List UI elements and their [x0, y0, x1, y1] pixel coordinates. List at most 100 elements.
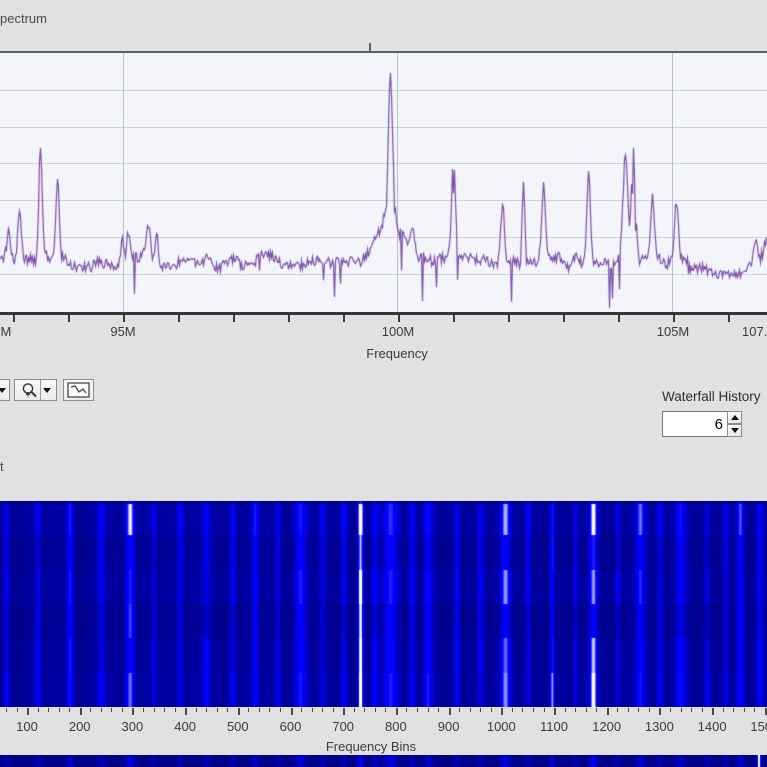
tick-mark — [258, 708, 260, 712]
waterfall-history-label: Waterfall History — [662, 389, 761, 404]
tick-mark — [680, 708, 682, 712]
tick-mark — [764, 708, 767, 715]
tick-mark — [532, 708, 534, 712]
tick-mark — [448, 708, 451, 715]
tick-mark — [288, 315, 290, 322]
tick-mark — [27, 708, 29, 715]
tick-mark — [16, 708, 18, 712]
tick-mark — [459, 708, 461, 712]
tick-mark — [5, 708, 7, 712]
tick-mark — [68, 315, 70, 322]
dropdown-arrow-icon[interactable] — [42, 387, 51, 393]
axis-tick-label: 600 — [279, 719, 302, 734]
tick-mark — [691, 708, 692, 712]
tick-mark — [123, 315, 125, 322]
tick-mark — [227, 708, 229, 712]
tick-mark — [511, 708, 513, 712]
tick-mark — [728, 315, 730, 322]
tick-mark — [69, 708, 71, 712]
axis-tick-label-partial: 93M — [0, 324, 12, 339]
tick-mark — [280, 708, 281, 712]
tick-mark — [79, 708, 82, 715]
tick-mark — [301, 708, 302, 712]
waterfall-history-increment-button[interactable] — [727, 411, 742, 424]
tick-mark — [343, 708, 346, 715]
tick-mark — [237, 708, 240, 715]
axis-tick-label: 1200 — [592, 719, 622, 734]
axis-tick-label: 200 — [68, 719, 91, 734]
tick-mark — [754, 708, 756, 712]
tick-mark — [606, 708, 609, 715]
axis-tick-label: 400 — [174, 719, 196, 734]
spectrum-x-tick-labels: 95M 100M 105M 93M 107.5M — [0, 324, 767, 340]
bottom-intensity-strip — [0, 755, 767, 767]
tick-mark — [13, 315, 15, 322]
tick-mark — [343, 315, 345, 322]
tick-mark — [563, 315, 565, 322]
tick-mark — [733, 708, 735, 712]
tick-mark — [575, 708, 577, 712]
tick-mark — [322, 708, 324, 712]
graph-tool-button-partial[interactable] — [0, 379, 10, 401]
spectrum-plot-area[interactable] — [0, 53, 767, 312]
tick-mark — [490, 708, 492, 712]
tick-mark — [659, 708, 662, 715]
tick-mark — [543, 708, 545, 712]
axis-tick-label: 1500 — [750, 719, 767, 734]
axis-tick-label: 900 — [437, 719, 460, 734]
tick-mark — [508, 315, 510, 322]
tick-mark — [353, 708, 355, 712]
axis-tick-label: 95M — [110, 324, 136, 339]
tick-mark — [142, 708, 144, 712]
waterfall-history-decrement-button[interactable] — [727, 424, 742, 437]
tick-mark — [248, 708, 250, 712]
tick-mark — [564, 708, 566, 712]
tick-mark — [501, 708, 504, 715]
autoscale-tool-button[interactable] — [63, 379, 94, 401]
tick-mark — [290, 708, 293, 715]
tick-mark — [58, 708, 60, 712]
tick-mark — [364, 708, 366, 712]
tick-mark — [554, 708, 556, 715]
tick-mark — [269, 708, 271, 712]
spectrum-x-ticks — [0, 315, 767, 323]
tick-mark — [100, 708, 102, 712]
app-window: pectrum 95M 100M 105M 93M 107.5M Frequency — [0, 0, 767, 767]
tick-mark — [596, 708, 598, 712]
zoom-tool-button[interactable] — [14, 379, 57, 401]
axis-tick-label: 105M — [656, 324, 690, 339]
tick-mark — [37, 708, 39, 712]
tick-mark — [618, 315, 620, 322]
axis-tick-label: 300 — [121, 719, 144, 734]
tick-mark — [195, 708, 197, 712]
tick-mark — [617, 708, 619, 712]
tick-mark — [111, 708, 113, 712]
tick-mark — [233, 315, 235, 322]
tick-mark — [673, 315, 675, 322]
tick-mark — [712, 708, 715, 715]
spectrum-trace-canvas[interactable] — [0, 53, 767, 312]
tick-mark — [178, 315, 180, 322]
tick-mark — [216, 708, 218, 712]
axis-tick-label: 1400 — [697, 719, 727, 734]
tick-mark — [427, 708, 429, 712]
waterfall-history-input[interactable] — [662, 411, 729, 437]
tick-mark — [153, 708, 155, 712]
button-separator — [39, 380, 41, 400]
axis-tick-label: 1100 — [540, 719, 568, 734]
dropdown-arrow-icon — [0, 387, 6, 393]
tick-mark — [627, 708, 629, 712]
waterfall-x-axis-title: Frequency Bins — [325, 739, 417, 754]
plot-top-marker — [369, 43, 371, 51]
tick-mark — [669, 708, 671, 712]
tick-mark — [469, 708, 471, 712]
tick-mark — [121, 708, 123, 712]
waterfall-plot-canvas[interactable] — [0, 501, 767, 707]
axis-tick-label: 1000 — [486, 719, 516, 734]
tick-mark — [480, 708, 482, 712]
tick-mark — [722, 708, 724, 712]
tick-mark — [585, 708, 587, 712]
axis-tick-label: 500 — [226, 719, 249, 734]
spectrum-x-axis-title: Frequency — [366, 346, 428, 361]
axis-tick-label-partial: 107.5M — [742, 324, 767, 339]
